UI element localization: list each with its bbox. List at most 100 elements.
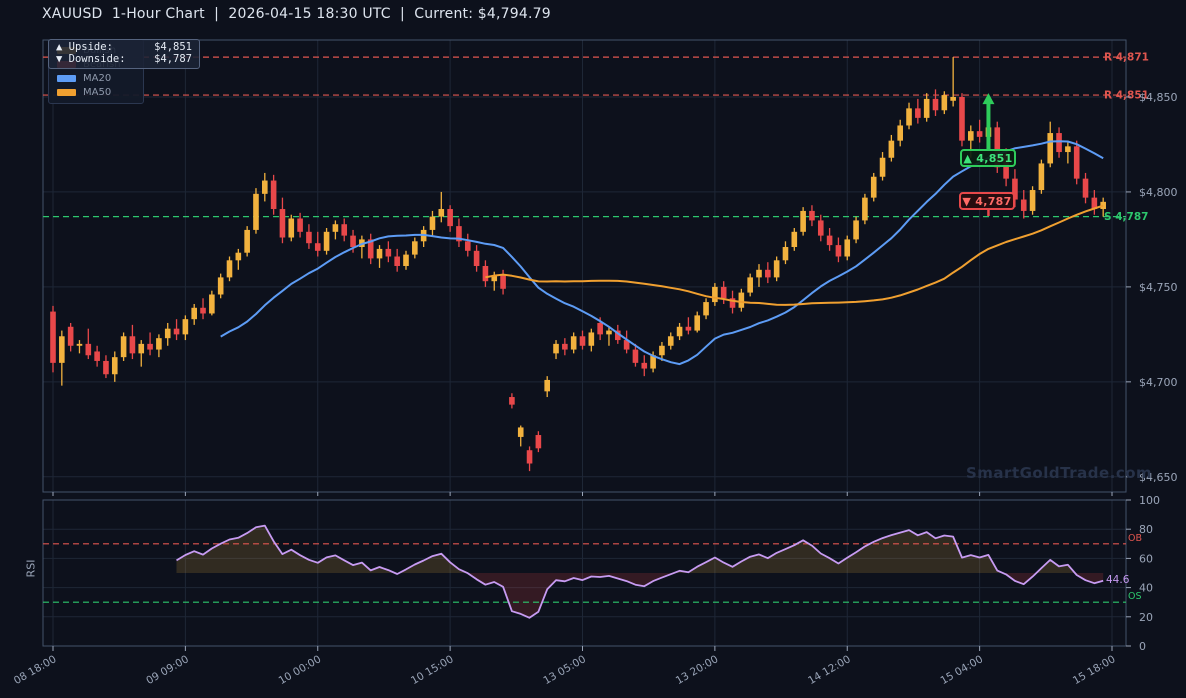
candle-body: [430, 217, 436, 230]
candle-body: [527, 450, 533, 463]
candle-body: [183, 319, 189, 334]
candle-body: [809, 211, 815, 220]
candle-body: [191, 308, 197, 319]
candle-body: [747, 277, 753, 292]
chart-canvas[interactable]: R 4,871R 4,851S 4,787$4,650$4,700$4,750$…: [0, 0, 1186, 698]
candlestick-series: [50, 57, 1106, 471]
candle-body: [465, 241, 471, 250]
price-axis-labels: $4,650$4,700$4,750$4,800$4,850: [1126, 91, 1178, 484]
legend-item-label: MA50: [83, 87, 111, 98]
candle-body: [1074, 146, 1080, 178]
candle-body: [138, 344, 144, 353]
candle-body: [721, 287, 727, 298]
candle-body: [703, 302, 709, 315]
candle-body: [1083, 179, 1089, 198]
candle-body: [977, 131, 983, 137]
candle-body: [509, 397, 515, 405]
downside-value: $4,787: [154, 54, 192, 66]
rsi-fill-above: [177, 526, 1104, 618]
candle-body: [174, 329, 180, 335]
candle-body: [694, 315, 700, 330]
candle-body: [712, 287, 718, 302]
candle-body: [59, 336, 65, 363]
x-axis-labels: 08 18:0009 09:0010 00:0010 15:0013 05:00…: [12, 492, 1118, 687]
candle-body: [86, 344, 92, 355]
candle-body: [333, 224, 339, 232]
candle-body: [668, 336, 674, 345]
level-label: S 4,787: [1104, 211, 1148, 223]
x-tick-label: 13 20:00: [674, 653, 721, 687]
watermark: SmartGoldTrade.com: [966, 464, 1126, 482]
candle-body: [121, 336, 127, 357]
candle-body: [403, 255, 409, 266]
candle-body: [571, 336, 577, 349]
candle-body: [942, 95, 948, 110]
candle-body: [580, 336, 586, 345]
candle-body: [889, 141, 895, 158]
rsi-tick-label: 20: [1139, 611, 1153, 624]
x-tick-label: 08 18:00: [12, 653, 59, 687]
candle-body: [386, 249, 392, 257]
candle-body: [200, 308, 206, 314]
candle-body: [686, 327, 692, 331]
candle-body: [783, 247, 789, 260]
x-tick-label: 15 18:00: [1071, 653, 1118, 687]
upside-label: ▲ Upside:: [56, 42, 113, 54]
candle-body: [562, 344, 568, 350]
candle-body: [439, 209, 445, 217]
legend-swatch-icon: [57, 89, 76, 96]
candle-body: [165, 329, 171, 338]
x-tick-label: 09 09:00: [144, 653, 191, 687]
x-tick-label: 14 12:00: [806, 653, 853, 687]
price-levels-tooltip: ▲ Upside: $4,851 ▼ Downside: $4,787: [48, 39, 200, 69]
candle-body: [659, 346, 665, 355]
candle-body: [236, 253, 242, 261]
candle-body: [756, 270, 762, 278]
rsi-tick-label: 0: [1139, 640, 1146, 653]
candle-body: [253, 194, 259, 230]
candle-body: [1065, 146, 1071, 152]
upside-target-badge: ▲ 4,851: [960, 149, 1016, 167]
candle-body: [800, 211, 806, 232]
candle-body: [871, 177, 877, 198]
candle-body: [315, 243, 321, 251]
candle-body: [880, 158, 886, 177]
candle-body: [1047, 133, 1053, 163]
candle-body: [483, 266, 489, 281]
candle-body: [536, 435, 542, 448]
candle-body: [950, 97, 956, 101]
candle-body: [765, 270, 771, 278]
candle-body: [227, 260, 233, 277]
legend-item: MA20: [49, 71, 143, 85]
candle-body: [68, 327, 74, 346]
candle-body: [897, 125, 903, 140]
price-tick-label: $4,850: [1139, 91, 1178, 104]
candle-body: [271, 181, 277, 209]
price-tick-label: $4,800: [1139, 186, 1178, 199]
rsi-tick-label: 100: [1139, 494, 1160, 507]
x-tick-label: 10 00:00: [277, 653, 324, 687]
candle-body: [288, 219, 294, 238]
candle-body: [412, 241, 418, 254]
candle-body: [130, 336, 136, 353]
candle-body: [553, 344, 559, 353]
candle-body: [377, 249, 383, 258]
candle-body: [112, 357, 118, 374]
candle-body: [606, 331, 612, 335]
candle-body: [677, 327, 683, 336]
candle-body: [544, 380, 550, 391]
x-tick-label: 10 15:00: [409, 653, 456, 687]
candle-body: [933, 99, 939, 110]
candle-body: [262, 181, 268, 194]
candle-body: [1030, 190, 1036, 211]
candle-body: [906, 108, 912, 125]
tooltip-upside-row: ▲ Upside: $4,851: [56, 42, 192, 54]
chart-window: XAUUSD 1-Hour Chart | 2026-04-15 18:30 U…: [0, 0, 1186, 698]
downside-label: ▼ Downside:: [56, 54, 126, 66]
candle-body: [341, 224, 347, 235]
candle-body: [1056, 133, 1062, 152]
candle-body: [836, 245, 842, 256]
candle-body: [924, 99, 930, 118]
candle-body: [959, 97, 965, 141]
legend-item-label: MA20: [83, 73, 111, 84]
